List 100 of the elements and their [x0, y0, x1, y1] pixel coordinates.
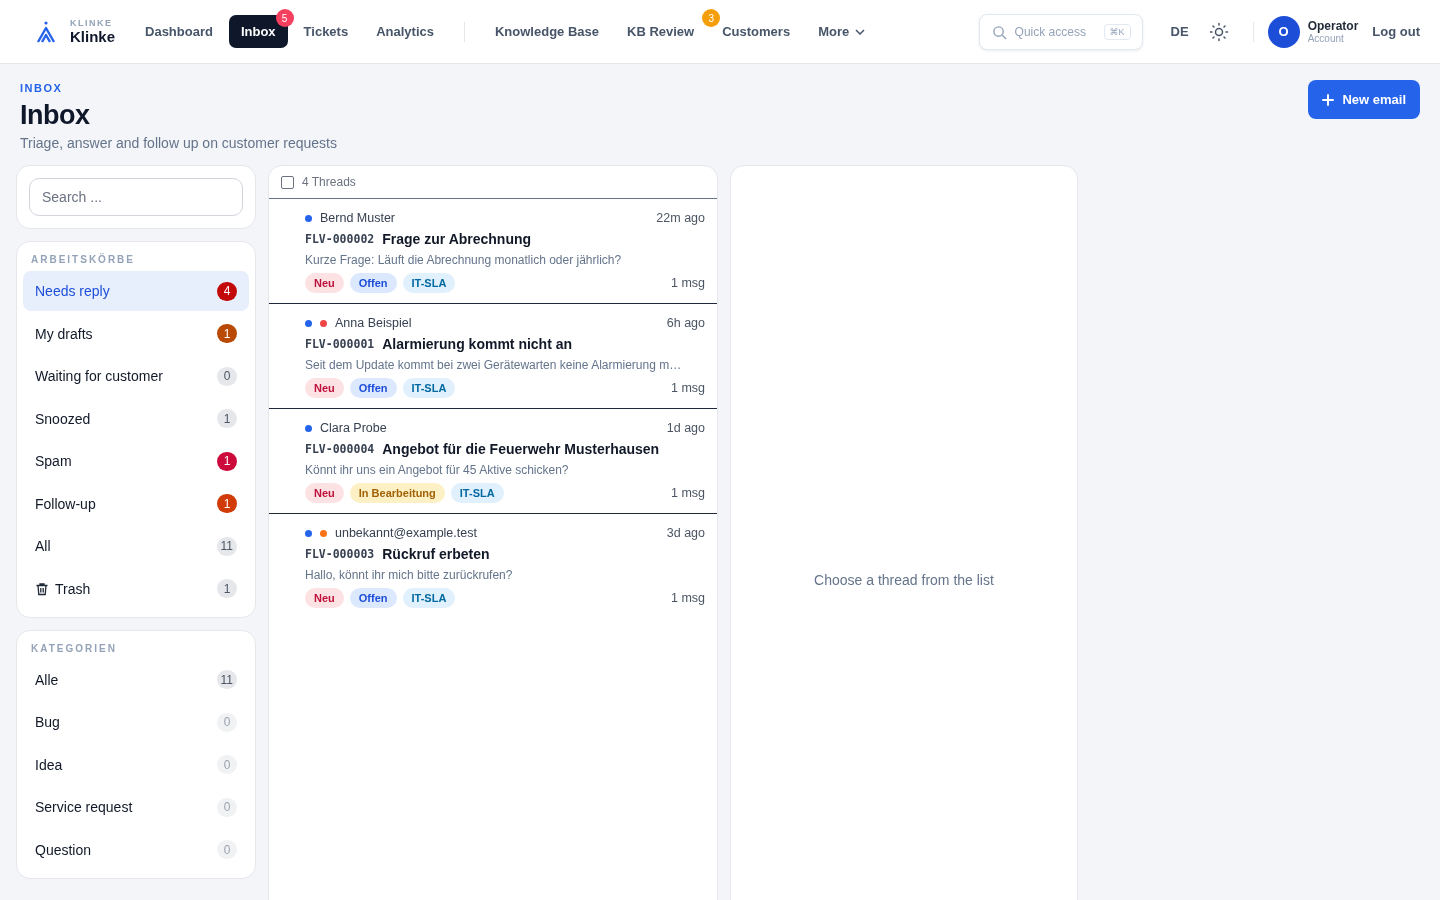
thread-time: 6h ago — [666, 316, 705, 330]
queue-item[interactable]: Snoozed 1 — [23, 398, 249, 439]
count-badge: 1 — [217, 324, 237, 343]
count-badge: 1 — [217, 579, 237, 598]
queue-label: Trash — [55, 580, 91, 597]
queue-item[interactable]: My drafts 1 — [23, 313, 249, 354]
page-title: Inbox — [20, 100, 91, 131]
message-count: 1 msg — [670, 276, 705, 290]
new-email-button[interactable]: New email — [1308, 80, 1420, 119]
nav-tab[interactable]: Analytics — [370, 15, 440, 48]
thread-subject: Rückruf erbeten — [382, 546, 490, 562]
queue-label: Spam — [35, 453, 72, 469]
queue-item[interactable]: Needs reply 4 — [23, 271, 249, 311]
thread-preview: Könnt ihr uns ein Angebot für 45 Aktive schicken? — [305, 463, 570, 477]
status-dot — [305, 214, 312, 222]
thread-subject: Alarmierung kommt nicht an — [382, 336, 573, 352]
category-item[interactable]: Alle 11 — [23, 659, 249, 700]
plus-icon — [1322, 93, 1335, 106]
count-badge: 1 — [217, 451, 237, 471]
message-count: 1 msg — [670, 381, 705, 395]
user-name: Operator — [1307, 19, 1359, 33]
thread-item[interactable]: Clara Probe 1d ago FLV-000004 Angebot für die Feuerwehr Musterhausen Könnt ihr uns ein Angebot für 45 Aktive schicken? Neu In Bearbeitung IT-SLA 1 msg — [269, 409, 717, 514]
category-label: Bug — [35, 714, 60, 730]
page-overline: INBOX — [20, 82, 64, 94]
logout-link[interactable]: Log out — [1372, 24, 1420, 39]
nav-badge: 5 — [275, 9, 294, 27]
queue-item[interactable]: Follow-up 1 — [23, 483, 249, 524]
brand-overline: KLINKE — [70, 18, 114, 28]
count-badge: 0 — [217, 712, 237, 732]
queue-label: Needs reply — [35, 283, 110, 299]
status-dot — [305, 319, 312, 327]
status-tag: Neu — [305, 483, 344, 503]
nav-badge: 3 — [702, 9, 721, 27]
queue-item[interactable]: All 11 — [23, 526, 249, 566]
sender-name: Clara Probe — [320, 421, 387, 435]
category-item[interactable]: Service request 0 — [23, 787, 249, 827]
user-role: Account — [1307, 33, 1345, 44]
select-all-checkbox[interactable] — [281, 175, 294, 189]
sender-name: Bernd Muster — [320, 211, 396, 225]
status-dot — [320, 529, 327, 537]
status-tag: IT-SLA — [402, 588, 456, 608]
count-badge: 11 — [216, 670, 237, 689]
queue-item[interactable]: Spam 1 — [23, 441, 249, 481]
status-tag: In Bearbeitung — [349, 483, 445, 503]
language-button[interactable]: DE — [1160, 18, 1199, 45]
count-badge: 1 — [217, 409, 237, 428]
queue-label: Follow-up — [35, 495, 96, 512]
ticket-id: FLV-000002 — [305, 232, 375, 246]
count-badge: 4 — [217, 281, 237, 301]
count-badge: 0 — [217, 366, 237, 386]
ticket-id: FLV-000004 — [305, 442, 375, 456]
queue-label: My drafts — [35, 325, 93, 342]
queue-item[interactable]: Trash 1 — [23, 568, 249, 609]
message-count: 1 msg — [670, 486, 705, 500]
count-badge: 1 — [217, 494, 237, 513]
shortcut-key: ⌘K — [1103, 23, 1131, 40]
status-tag: Offen — [349, 273, 397, 293]
section-heading: KATEGORIEN — [30, 641, 118, 656]
status-dot — [305, 424, 312, 432]
category-item[interactable]: Bug 0 — [23, 702, 249, 742]
brand-name: Klinke — [70, 28, 115, 45]
search-icon — [991, 24, 1007, 40]
sender-name: Anna Beispiel — [335, 316, 412, 330]
status-tag: Offen — [349, 588, 397, 608]
nav-tab[interactable]: KB Review — [621, 15, 701, 48]
avatar[interactable]: O — [1267, 15, 1300, 48]
status-tag: IT-SLA — [402, 273, 456, 293]
count-badge: 11 — [216, 536, 237, 556]
thread-time: 22m ago — [656, 211, 705, 225]
status-dot — [320, 319, 327, 327]
nav-tab[interactable]: Knowledge Base — [489, 15, 605, 48]
category-item[interactable]: Idea 0 — [23, 744, 249, 785]
nav-tab[interactable]: Tickets — [297, 15, 355, 48]
thread-time: 3d ago — [666, 526, 705, 540]
nav-tab[interactable]: Dashboard — [139, 15, 219, 48]
count-badge: 0 — [217, 755, 237, 774]
category-item[interactable]: Question 0 — [23, 829, 249, 870]
category-label: Idea — [35, 756, 63, 773]
category-label: Service request — [35, 799, 133, 815]
status-dot — [305, 529, 312, 537]
thread-item[interactable]: Bernd Muster 22m ago FLV-000002 Frage zur Abrechnung Kurze Frage: Läuft die Abrechnung monatlich oder jährlich? Neu Offen IT-SLA 1 msg — [269, 199, 717, 304]
ticket-id: FLV-000003 — [305, 547, 375, 561]
queue-label: All — [35, 538, 51, 554]
queue-item[interactable]: Waiting for customer 0 — [23, 356, 249, 396]
queue-label: Waiting for customer — [35, 368, 163, 384]
page-subtitle: Triage, answer and follow up on customer requests — [20, 135, 337, 151]
thread-subject: Angebot für die Feuerwehr Musterhausen — [382, 441, 660, 457]
nav-tab[interactable]: More — [812, 15, 872, 48]
status-tag: Neu — [305, 588, 344, 608]
search-field[interactable]: Search ... — [29, 178, 243, 216]
thread-preview: Hallo, könnt ihr mich bitte zurückrufen? — [305, 568, 514, 582]
thread-item[interactable]: Anna Beispiel 6h ago FLV-000001 Alarmierung kommt nicht an Seit dem Update kommt bei zwei Gerätewarten keine Alarmierung m… Neu Offen IT-SLA 1 msg — [269, 304, 717, 409]
count-badge: 0 — [217, 797, 237, 817]
status-tag: IT-SLA — [402, 378, 456, 398]
queue-label: Snoozed — [35, 410, 91, 427]
sun-icon — [1208, 21, 1229, 42]
status-tag: Offen — [349, 378, 397, 398]
thread-item[interactable]: unbekannt@example.test 3d ago FLV-000003 Rückruf erbeten Hallo, könnt ihr mich bitte zurückrufen? Neu Offen IT-SLA 1 msg — [269, 514, 717, 618]
status-tag: IT-SLA — [450, 483, 504, 503]
thread-subject: Frage zur Abrechnung — [382, 231, 532, 247]
